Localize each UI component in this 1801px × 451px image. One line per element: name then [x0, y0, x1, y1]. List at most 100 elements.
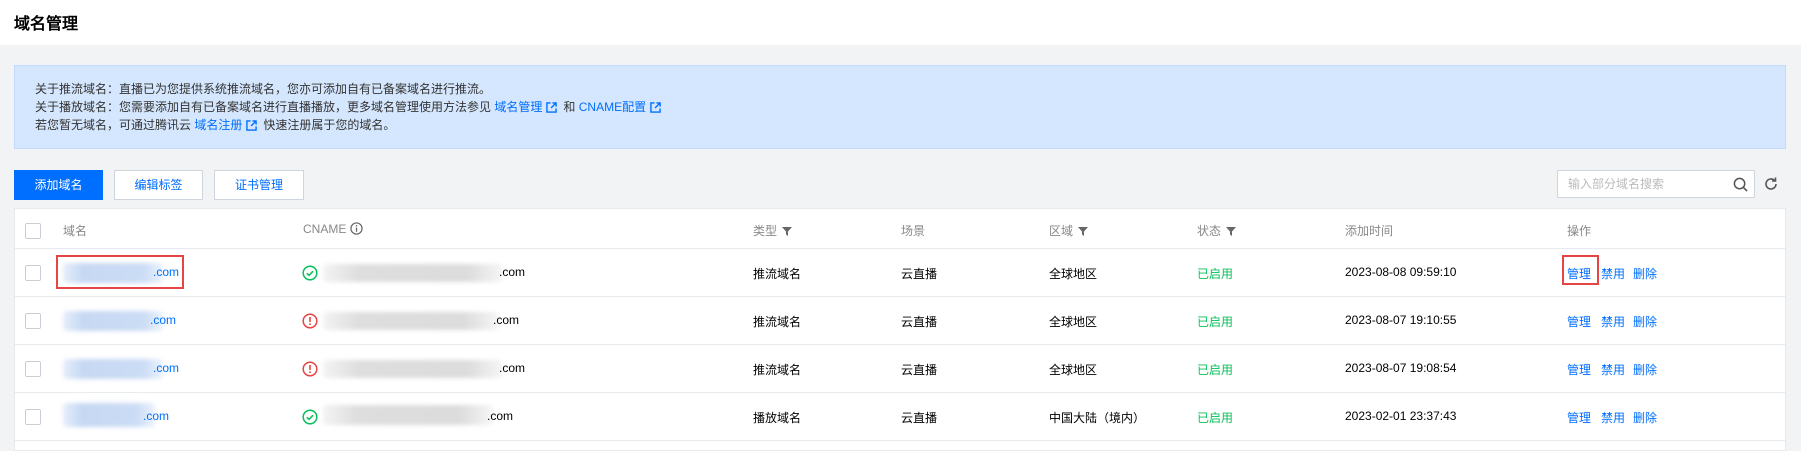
table-row: .com .com 播放域名 云直播 中国大陆（境内） 已启用 2023-02-…: [15, 393, 1785, 441]
domain-register-link[interactable]: 域名注册: [194, 118, 242, 132]
cname-value: .com: [487, 409, 514, 423]
manage-button[interactable]: 管理: [1567, 313, 1591, 330]
notice-line-2: 关于播放域名：您需要添加自有已备案域名进行直播播放，更多域名管理使用方法参见 域…: [35, 98, 1765, 116]
redacted-cname: [323, 312, 499, 330]
status-badge: 已启用: [1197, 363, 1234, 377]
status-badge: 已启用: [1197, 315, 1234, 329]
domain-link[interactable]: .com: [143, 409, 169, 423]
manage-button[interactable]: 管理: [1567, 409, 1591, 426]
domain-type: 播放域名: [753, 411, 802, 425]
page-title: 域名管理: [14, 16, 79, 33]
row-checkbox[interactable]: [25, 409, 41, 425]
redacted-domain: [63, 311, 163, 331]
select-all-checkbox[interactable]: [25, 223, 41, 239]
header-scene: 场景: [901, 224, 926, 238]
header-cname-label: CNAME: [303, 222, 347, 236]
header-type: 类型: [753, 222, 793, 239]
notice-line-3-text: 若您暂无域名，可通过腾讯云: [35, 118, 192, 132]
domain-table: 域名 CNAME 类型 场景 区域 状态 添加时间 操作 .com .com 推…: [14, 208, 1786, 451]
row-checkbox[interactable]: [25, 265, 41, 281]
header-domain: 域名: [63, 224, 88, 238]
header-region-label: 区域: [1049, 224, 1074, 238]
header-cname: CNAME: [303, 222, 364, 236]
notice-line-3: 若您暂无域名，可通过腾讯云 域名注册 快速注册属于您的域名。: [35, 116, 1765, 134]
search-input[interactable]: [1558, 171, 1728, 197]
header-type-label: 类型: [753, 224, 778, 238]
alert-circle-icon: [302, 361, 318, 377]
external-link-icon[interactable]: [650, 102, 661, 113]
filter-icon[interactable]: [1078, 226, 1089, 236]
disable-button[interactable]: 禁用: [1601, 409, 1625, 426]
external-link-icon[interactable]: [546, 102, 558, 113]
cert-manage-button[interactable]: 证书管理: [214, 170, 304, 200]
header-status: 状态: [1197, 222, 1237, 239]
disable-button[interactable]: 禁用: [1601, 313, 1625, 330]
region: 全球地区: [1049, 315, 1098, 329]
disable-button[interactable]: 禁用: [1601, 361, 1625, 378]
search-icon[interactable]: [1733, 177, 1748, 192]
external-link-icon[interactable]: [246, 120, 258, 131]
redacted-domain: [63, 359, 163, 379]
domain-link[interactable]: .com: [150, 313, 176, 327]
scene: 云直播: [901, 315, 938, 329]
added-time: 2023-08-08 09:59:10: [1345, 265, 1457, 279]
manage-button[interactable]: 管理: [1567, 361, 1591, 378]
table-row: .com .com 推流域名 云直播 全球地区 已启用 2023-08-07 1…: [15, 297, 1785, 345]
added-time: 2023-08-07 19:10:55: [1345, 313, 1457, 327]
status-badge: 已启用: [1197, 267, 1234, 281]
region: 中国大陆（境内）: [1049, 411, 1146, 425]
disable-button[interactable]: 禁用: [1601, 265, 1625, 282]
notice-line-3-suffix: 快速注册属于您的域名。: [263, 118, 396, 132]
notice-banner: 关于推流域名：直播已为您提供系统推流域名，您亦可添加自有已备案域名进行推流。 关…: [14, 65, 1786, 149]
row-checkbox[interactable]: [25, 361, 41, 377]
check-circle-icon: [302, 265, 318, 281]
filter-icon[interactable]: [1226, 226, 1237, 236]
added-time: 2023-02-01 23:37:43: [1345, 409, 1457, 423]
notice-and-text: 和: [563, 100, 576, 114]
delete-button[interactable]: 删除: [1633, 361, 1657, 378]
table-row: .com .com 推流域名 云直播 全球地区 已启用 2023-08-07 1…: [15, 345, 1785, 393]
domain-manage-link[interactable]: 域名管理: [494, 100, 542, 114]
header-status-label: 状态: [1197, 224, 1222, 238]
notice-line-1: 关于推流域名：直播已为您提供系统推流域名，您亦可添加自有已备案域名进行推流。: [35, 82, 492, 96]
notice-line-2-text: 关于播放域名：您需要添加自有已备案域名进行直播播放，更多域名管理使用方法参见: [35, 100, 492, 114]
domain-type: 推流域名: [753, 267, 802, 281]
redacted-cname: [323, 405, 493, 425]
info-icon[interactable]: [350, 222, 364, 235]
edit-tags-button[interactable]: 编辑标签: [114, 170, 203, 200]
scene: 云直播: [901, 267, 938, 281]
cname-value: .com: [499, 265, 526, 279]
highlight-box: [1562, 255, 1599, 285]
scene: 云直播: [901, 363, 938, 377]
status-badge: 已启用: [1197, 411, 1234, 425]
domain-link[interactable]: .com: [153, 361, 179, 375]
delete-button[interactable]: 删除: [1633, 313, 1657, 330]
redacted-cname: [323, 264, 503, 282]
check-circle-icon: [302, 409, 318, 425]
redacted-cname: [323, 360, 503, 378]
header-added-time: 添加时间: [1345, 224, 1394, 238]
refresh-icon[interactable]: [1763, 176, 1779, 192]
delete-button[interactable]: 删除: [1633, 409, 1657, 426]
alert-circle-icon: [302, 313, 318, 329]
filter-icon[interactable]: [782, 226, 793, 236]
add-domain-button[interactable]: 添加域名: [14, 170, 103, 200]
table-header: 域名 CNAME 类型 场景 区域 状态 添加时间 操作: [15, 209, 1785, 249]
domain-type: 推流域名: [753, 315, 802, 329]
redacted-domain: [63, 403, 155, 427]
scene: 云直播: [901, 411, 938, 425]
header-region: 区域: [1049, 222, 1089, 239]
highlight-box: [56, 255, 184, 289]
domain-type: 推流域名: [753, 363, 802, 377]
added-time: 2023-08-07 19:08:54: [1345, 361, 1457, 375]
row-checkbox[interactable]: [25, 313, 41, 329]
cname-value: .com: [493, 313, 520, 327]
delete-button[interactable]: 删除: [1633, 265, 1657, 282]
top-bar: 域名管理: [0, 0, 1801, 45]
region: 全球地区: [1049, 267, 1098, 281]
cname-config-link[interactable]: CNAME配置: [579, 100, 646, 114]
header-ops: 操作: [1567, 224, 1592, 238]
search-box: [1557, 170, 1755, 198]
table-row: .com .com 推流域名 云直播 全球地区 已启用 2023-08-08 0…: [15, 249, 1785, 297]
cname-value: .com: [499, 361, 526, 375]
